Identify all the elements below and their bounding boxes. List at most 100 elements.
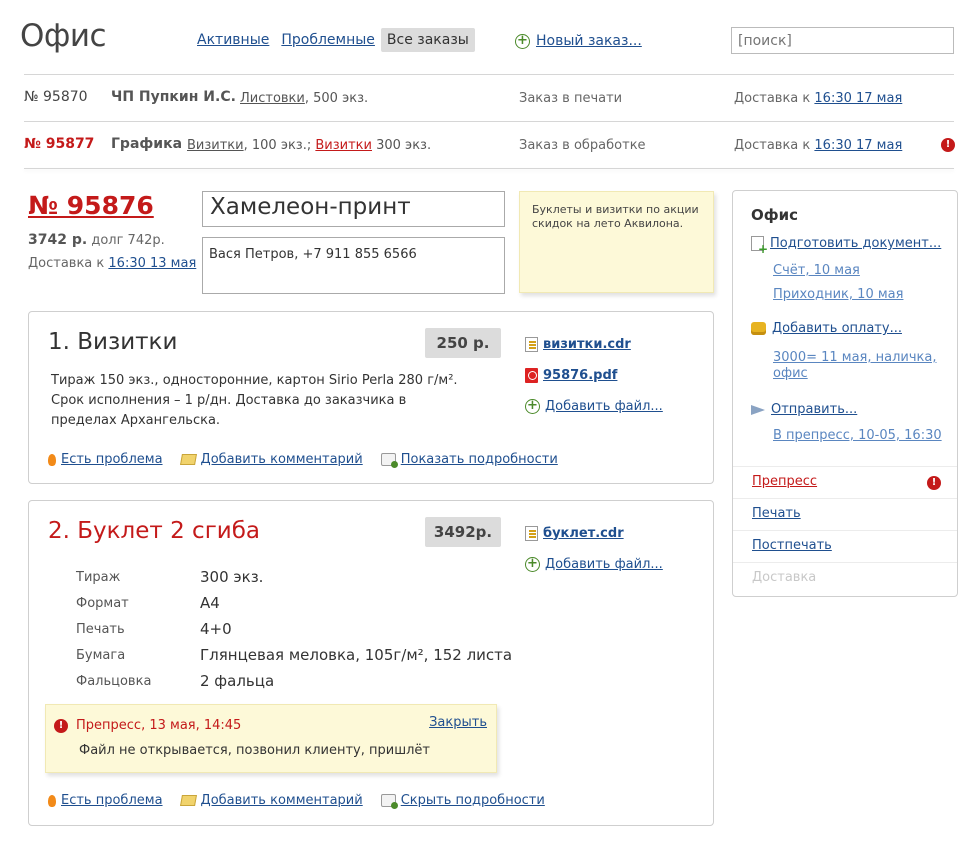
tab-problem[interactable]: Проблемные (275, 28, 381, 52)
document-icon (525, 525, 538, 541)
add-comment-label[interactable]: Добавить комментарий (201, 452, 363, 467)
order-row[interactable]: № 95870 ЧП Пупкин И.С. Листовки, 500 экз… (24, 75, 954, 121)
document-icon (525, 336, 538, 352)
toggle-details-button[interactable]: Скрыть подробности (380, 793, 545, 809)
spec-row: Бумага Глянцевая меловка, 105г/м², 152 л… (76, 642, 512, 668)
order-filter-tabs: Активные Проблемные Все заказы (191, 28, 475, 52)
stage-prepress-label[interactable]: Препресс (752, 474, 817, 489)
file-item[interactable]: визитки.cdr (525, 334, 663, 354)
add-comment-label[interactable]: Добавить комментарий (201, 793, 363, 808)
add-file-label[interactable]: Добавить файл... (545, 557, 663, 572)
spec-row: Тираж 300 экз. (76, 564, 512, 590)
client-contact-field[interactable]: Вася Петров, +7 911 855 6566 (202, 237, 505, 294)
order-status: Заказ в печати (519, 91, 623, 106)
add-comment-button[interactable]: Добавить комментарий (179, 793, 363, 808)
alert-icon: ! (941, 138, 955, 152)
delivery-label: Доставка к (734, 91, 811, 106)
stage-prepress[interactable]: Препресс ! (733, 466, 957, 498)
product-actions: Есть проблема Добавить комментарий Показ… (48, 452, 558, 468)
payment-link[interactable]: 3000= 11 мая, наличка, офис (773, 350, 943, 382)
new-document-icon (751, 236, 768, 256)
new-order-link[interactable]: + Новый заказ... (515, 33, 642, 49)
stage-print[interactable]: Печать (733, 498, 957, 530)
toggle-details-label[interactable]: Показать подробности (401, 452, 558, 467)
spec-row: Печать 4+0 (76, 616, 512, 642)
fire-icon (48, 453, 56, 466)
toggle-details-button[interactable]: Показать подробности (380, 452, 558, 468)
file-list: визитки.cdr 95876.pdf + Добавить файл... (525, 334, 663, 427)
alert-icon: ! (54, 718, 68, 733)
close-issue-link[interactable]: Закрыть (429, 715, 487, 730)
order-item-link[interactable]: Визитки (187, 138, 244, 153)
spec-key: Фальцовка (76, 673, 152, 689)
sidebar-title: Офис (751, 206, 799, 224)
report-problem-label[interactable]: Есть проблема (61, 452, 163, 467)
file-list: буклет.cdr + Добавить файл... (525, 523, 663, 585)
order-item-qty: , 100 экз.; (243, 138, 312, 153)
tab-all-orders[interactable]: Все заказы (380, 28, 475, 52)
delivery-time-link[interactable]: 16:30 17 мая (814, 138, 902, 153)
order-client: Графика (111, 136, 183, 152)
order-item-link[interactable]: Листовки (240, 91, 305, 106)
receipt-link[interactable]: Приходник, 10 мая (773, 287, 943, 303)
prepare-document-button[interactable]: Подготовить документ... (751, 236, 941, 256)
delivery-label: Доставка к (28, 256, 105, 271)
file-item[interactable]: 95876.pdf (525, 365, 663, 385)
order-number[interactable]: № 95877 (24, 136, 94, 152)
order-number[interactable]: № 95870 (24, 89, 88, 105)
product-actions: Есть проблема Добавить комментарий Скрыт… (48, 793, 545, 809)
client-name-field[interactable]: Хамелеон-принт (202, 191, 505, 227)
spec-key: Бумага (76, 647, 126, 663)
file-item[interactable]: буклет.cdr (525, 523, 663, 543)
file-link[interactable]: визитки.cdr (543, 337, 631, 352)
report-problem-label[interactable]: Есть проблема (61, 793, 163, 808)
file-link[interactable]: 95876.pdf (543, 368, 617, 383)
delivery-time-link[interactable]: 16:30 17 мая (814, 91, 902, 106)
new-order-label[interactable]: Новый заказ... (536, 33, 642, 49)
toggle-details-label[interactable]: Скрыть подробности (401, 793, 545, 808)
add-payment-label[interactable]: Добавить оплату... (772, 321, 902, 336)
note-icon (179, 795, 197, 806)
office-sidebar: Офис Подготовить документ... Счёт, 10 ма… (732, 190, 958, 597)
add-file-button[interactable]: + Добавить файл... (525, 554, 663, 574)
spec-value: 300 экз. (200, 568, 264, 586)
spec-key: Формат (76, 595, 129, 611)
stage-print-label[interactable]: Печать (752, 506, 801, 521)
order-item-link-problem[interactable]: Визитки (315, 138, 372, 153)
plus-circle-icon: + (525, 556, 540, 572)
order-delivery: Доставка к 16:30 13 мая (28, 256, 196, 271)
report-problem-button[interactable]: Есть проблема (48, 452, 163, 467)
add-file-label[interactable]: Добавить файл... (545, 399, 663, 414)
send-button[interactable]: Отправить... (751, 402, 857, 417)
product-card: 2. Буклет 2 сгиба 3492р. буклет.cdr + До… (28, 500, 714, 826)
add-comment-button[interactable]: Добавить комментарий (179, 452, 363, 467)
order-client: ЧП Пупкин И.С. (111, 89, 236, 105)
note-icon (179, 454, 197, 465)
order-item-qty: 300 экз. (371, 138, 432, 153)
report-problem-button[interactable]: Есть проблема (48, 793, 163, 808)
spec-value: 4+0 (200, 620, 232, 638)
add-payment-button[interactable]: Добавить оплату... (751, 321, 902, 336)
order-row[interactable]: № 95877 Графика Визитки, 100 экз.; Визит… (24, 122, 955, 168)
prepare-document-label[interactable]: Подготовить документ... (770, 236, 941, 251)
spec-value: А4 (200, 594, 220, 612)
spec-table: Тираж 300 экз. Формат А4 Печать 4+0 Бума… (76, 564, 512, 694)
stage-postprint[interactable]: Постпечать (733, 530, 957, 562)
plus-circle-icon: + (515, 33, 530, 49)
delivery-time-link[interactable]: 16:30 13 мая (108, 256, 196, 271)
invoice-link[interactable]: Счёт, 10 мая (773, 263, 943, 279)
file-link[interactable]: буклет.cdr (543, 526, 624, 541)
product-title: 2. Буклет 2 сгиба (48, 518, 260, 544)
add-file-button[interactable]: + Добавить файл... (525, 396, 663, 416)
pdf-icon (525, 367, 538, 383)
sent-status-link[interactable]: В препресс, 10-05, 16:30 (773, 428, 943, 444)
current-order-number[interactable]: № 95876 (28, 191, 154, 220)
search-input[interactable] (731, 27, 954, 54)
stage-delivery-label: Доставка (752, 570, 817, 585)
tab-active[interactable]: Активные (191, 28, 275, 52)
order-note[interactable]: Буклеты и визитки по акции скидок на лет… (519, 191, 714, 293)
stage-postprint-label[interactable]: Постпечать (752, 538, 832, 553)
order-status: Заказ в обработке (519, 138, 646, 153)
send-label[interactable]: Отправить... (771, 402, 857, 417)
divider (24, 168, 954, 169)
